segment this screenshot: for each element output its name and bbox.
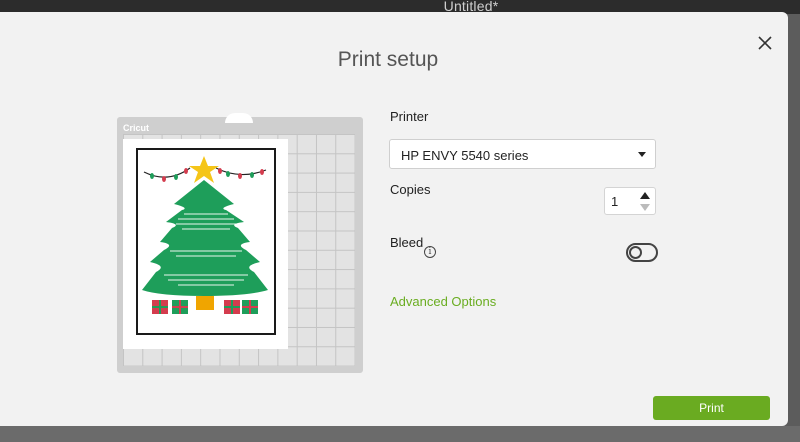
- print-button[interactable]: Print: [653, 396, 770, 420]
- bleed-toggle[interactable]: [626, 243, 658, 262]
- printer-select[interactable]: HP ENVY 5540 series: [389, 139, 656, 169]
- printer-select-value: HP ENVY 5540 series: [401, 148, 529, 163]
- mat-notch: [225, 113, 253, 123]
- christmas-tree-image: [142, 156, 268, 314]
- dialog-title: Print setup: [337, 48, 439, 71]
- bleed-label: Bleed: [390, 235, 424, 250]
- copies-label: Copies: [390, 182, 431, 197]
- arrow-up-icon[interactable]: [640, 192, 650, 199]
- chevron-down-icon: [638, 152, 646, 157]
- print-frame: [136, 148, 276, 335]
- info-icon[interactable]: i: [424, 246, 436, 258]
- mat-brand-label: Cricut: [123, 123, 150, 133]
- mat-preview: Cricut: [117, 113, 363, 373]
- print-setup-dialog: Print setup Cricut Printer HP ENVY 5540 …: [0, 12, 788, 426]
- copies-stepper[interactable]: 1: [604, 187, 656, 215]
- arrow-down-icon[interactable]: [640, 204, 650, 211]
- toggle-knob: [629, 246, 642, 259]
- printer-label: Printer: [390, 109, 429, 124]
- paper-preview: [123, 139, 288, 349]
- background-strip: [0, 426, 800, 442]
- copies-value[interactable]: 1: [611, 194, 618, 209]
- advanced-options-link[interactable]: Advanced Options: [390, 294, 496, 309]
